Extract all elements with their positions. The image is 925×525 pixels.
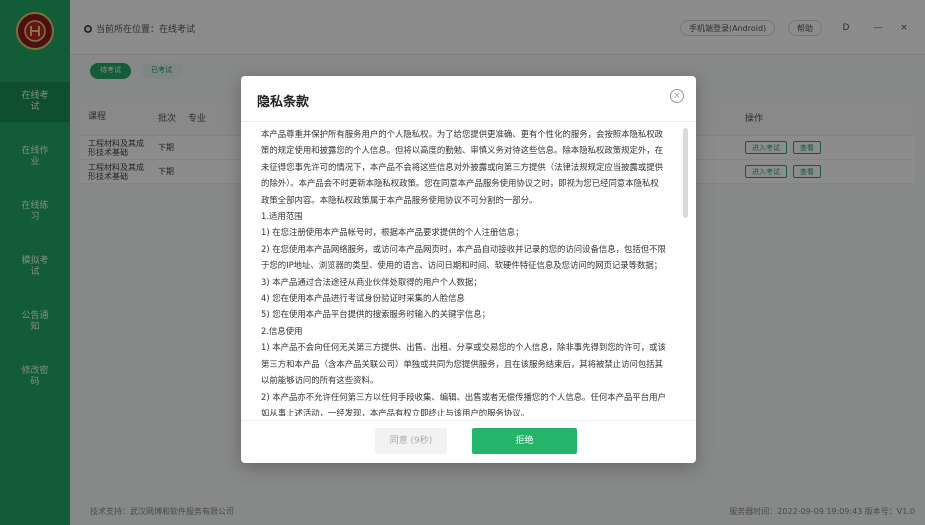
privacy-line: 1) 本产品不会向任何无关第三方提供、出售、出租、分享或交易您的个人信息，除非事…: [261, 342, 666, 353]
modal-title: 隐私条款: [257, 95, 310, 110]
privacy-line: 1) 在您注册使用本产品帐号时，根据本产品要求提供的个人注册信息；: [261, 227, 524, 238]
privacy-line: 2) 在您使用本产品网络服务，或访问本产品网页时，本产品自动接收并记录的您的访问…: [261, 243, 666, 254]
privacy-modal: 隐私条款 × 本产品尊重并保护所有服务用户的个人隐私权。为了给您提供更准确、更有…: [241, 76, 696, 463]
privacy-line: 3) 本产品通过合法途径从商业伙伴处取得的用户个人数据；: [261, 276, 482, 287]
privacy-line: 5) 您在使用本产品平台提供的搜索服务时输入的关键字信息；: [261, 309, 491, 320]
privacy-line: 于您的IP地址、浏览器的类型、使用的语言、访问日期和时间、软硬件特征信息及您访问…: [261, 260, 663, 271]
scroll-thumb[interactable]: [683, 128, 688, 218]
privacy-line: 第三方和本产品（含本产品关联公司）单独或共同为您提供服务，且在该服务结束后，其将…: [261, 358, 663, 369]
modal-scrollbar[interactable]: [683, 128, 688, 413]
privacy-line: 1.适用范围: [261, 211, 303, 222]
privacy-line: 如从事上述活动，一经发现，本产品有权立即终止与该用户的服务协议。: [261, 407, 529, 416]
modal-footer: 同意 (9秒) 拒绝: [241, 420, 696, 463]
privacy-line: 以前能够访问的所有这些资料。: [261, 375, 379, 386]
privacy-line: 本产品尊重并保护所有服务用户的个人隐私权。为了给您提供更准确、更有个性化的服务，…: [261, 129, 663, 139]
reject-button[interactable]: 拒绝: [472, 428, 577, 454]
privacy-line: 4) 您在使用本产品进行考试身份验证时采集的人脸信息: [261, 293, 465, 304]
privacy-line: 的除外）。本产品会不时更新本隐私权政策。您在同意本产品服务使用协议之时，即视为您…: [261, 178, 659, 189]
privacy-line: 政策全部内容。本隐私权政策属于本产品服务使用协议不可分割的一部分。: [261, 194, 538, 205]
modal-header: 隐私条款 ×: [241, 76, 696, 122]
privacy-line: 2) 本产品亦不允许任何第三方以任何手段收集、编辑、出售或者无偿传播您的个人信息…: [261, 391, 666, 402]
close-icon[interactable]: ×: [670, 89, 684, 103]
privacy-line: 2.信息使用: [261, 325, 303, 336]
privacy-line: 策的规定使用和披露您的个人信息。但将以高度的勤勉、审慎义务对待这些信息。除本隐私…: [261, 145, 663, 156]
privacy-line: 未征得您事先许可的情况下，本产品不会将这些信息对外披露或向第三方提供（法律法规规…: [261, 161, 663, 172]
agree-button[interactable]: 同意 (9秒): [375, 428, 447, 454]
privacy-text: 本产品尊重并保护所有服务用户的个人隐私权。为了给您提供更准确、更有个性化的服务，…: [255, 126, 675, 416]
